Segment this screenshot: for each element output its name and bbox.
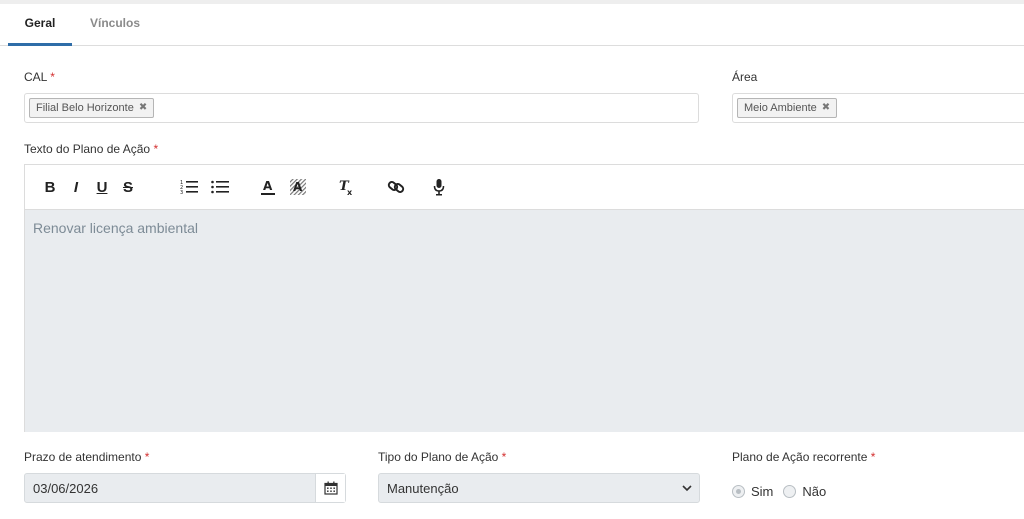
tipo-label-text: Tipo do Plano de Ação <box>378 450 499 464</box>
bold-icon[interactable]: B <box>39 175 61 199</box>
area-tag-input[interactable]: Meio Ambiente ✖ <box>732 93 1024 123</box>
cal-tag: Filial Belo Horizonte ✖ <box>29 98 155 118</box>
radio-nao-label: Não <box>802 483 827 499</box>
texto-label-text: Texto do Plano de Ação <box>24 142 151 156</box>
required-mark: * <box>870 450 876 464</box>
editor-content[interactable]: Renovar licença ambiental <box>25 210 1024 432</box>
radio-sim-dot[interactable] <box>732 484 745 498</box>
italic-icon[interactable]: I <box>65 175 87 199</box>
recorrente-label: Plano de Ação recorrente * <box>732 450 875 464</box>
clear-format-icon[interactable]: T x <box>335 175 357 199</box>
cal-tag-input[interactable]: Filial Belo Horizonte ✖ <box>24 93 699 123</box>
prazo-label: Prazo de atendimento * <box>24 450 149 464</box>
required-mark: * <box>153 142 159 156</box>
prazo-label-text: Prazo de atendimento <box>24 450 142 464</box>
tipo-label: Tipo do Plano de Ação * <box>378 450 506 464</box>
svg-text:x: x <box>347 188 353 196</box>
radio-nao[interactable]: Não <box>783 484 826 499</box>
required-mark: * <box>501 450 507 464</box>
area-tag: Meio Ambiente ✖ <box>737 98 838 118</box>
cal-label-text: CAL <box>24 70 47 84</box>
svg-text:A: A <box>293 180 303 194</box>
radio-nao-dot[interactable] <box>783 484 797 498</box>
prazo-date-field[interactable]: 03/06/2026 <box>24 473 346 503</box>
cal-tag-label: Filial Belo Horizonte <box>36 102 134 114</box>
font-color-icon[interactable]: A <box>257 175 279 199</box>
editor-toolbar: B I U S 1 2 3 A A T x <box>25 165 1024 210</box>
required-mark: * <box>50 70 55 84</box>
required-mark: * <box>144 450 150 464</box>
cal-label: CAL * <box>24 70 55 84</box>
radio-sim[interactable]: Sim <box>732 484 773 499</box>
recorrente-radio-group: Sim Não <box>732 482 836 500</box>
strikethrough-icon[interactable]: S <box>117 175 139 199</box>
area-tag-label: Meio Ambiente <box>744 102 817 114</box>
link-icon[interactable] <box>385 175 407 199</box>
remove-tag-icon[interactable]: ✖ <box>822 99 830 117</box>
tipo-selected-value: Manutenção <box>387 481 459 496</box>
bullet-list-icon[interactable] <box>209 175 231 199</box>
tab-vinculos[interactable]: Vínculos <box>78 4 152 46</box>
underline-icon[interactable]: U <box>91 175 113 199</box>
microphone-icon[interactable] <box>428 175 450 199</box>
ordered-list-icon[interactable]: 1 2 3 <box>178 175 200 199</box>
chevron-down-icon <box>682 485 692 492</box>
prazo-date-value: 03/06/2026 <box>33 481 99 496</box>
recorrente-label-text: Plano de Ação recorrente <box>732 450 868 464</box>
tab-geral[interactable]: Geral <box>8 4 72 46</box>
remove-tag-icon[interactable]: ✖ <box>139 99 147 117</box>
background-color-icon[interactable]: A <box>287 175 309 199</box>
editor-text: Renovar licença ambiental <box>33 220 198 236</box>
tipo-select[interactable]: Manutenção <box>378 473 700 503</box>
radio-sim-label: Sim <box>751 483 774 499</box>
svg-text:A: A <box>263 179 273 193</box>
tab-bar: Geral Vínculos <box>0 4 1024 46</box>
svg-text:3: 3 <box>180 190 183 195</box>
area-label: Área <box>732 70 758 84</box>
calendar-icon[interactable] <box>315 474 345 502</box>
rich-text-editor: B I U S 1 2 3 A A T x Renovar licença am… <box>24 164 1024 432</box>
texto-label: Texto do Plano de Ação * <box>24 142 158 156</box>
